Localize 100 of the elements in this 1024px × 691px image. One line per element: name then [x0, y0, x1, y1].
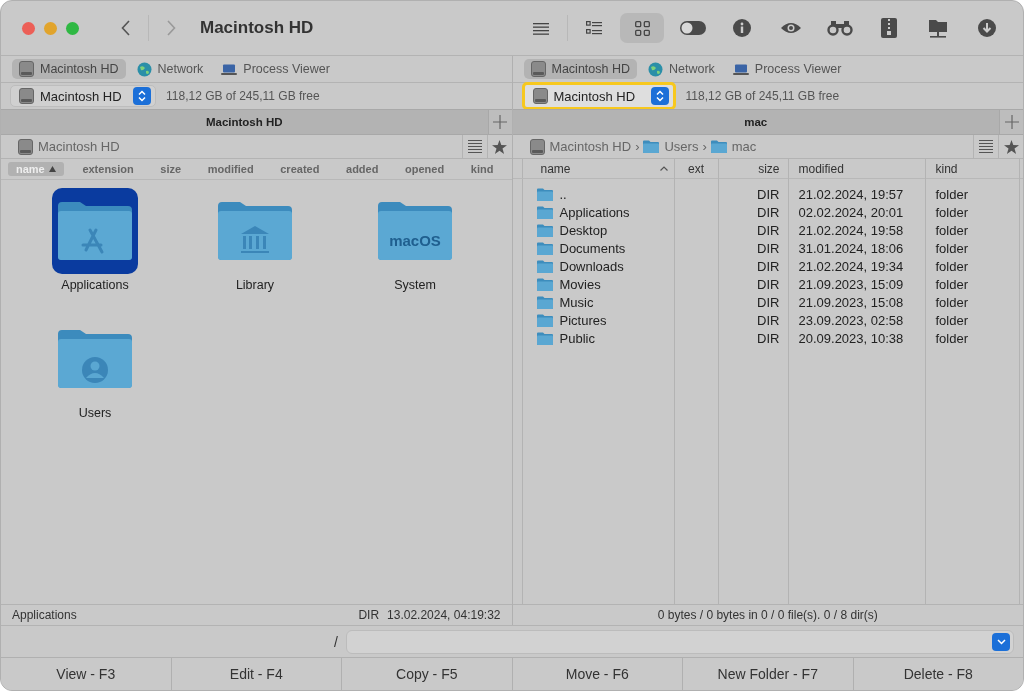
window-title: Macintosh HD	[200, 18, 315, 38]
file-name[interactable]: Movies	[559, 276, 601, 292]
path-crumb[interactable]: Macintosh HD	[529, 138, 632, 155]
file-name[interactable]: Music	[559, 294, 594, 310]
drive-icon	[19, 61, 34, 77]
chevron-left-icon	[121, 20, 130, 36]
table-cell-text: DIR	[756, 329, 781, 347]
location-tab[interactable]: Process Viewer	[214, 59, 337, 79]
selected-file-name: Applications	[12, 608, 78, 622]
sort-caret-icon	[659, 166, 668, 171]
system-folder-icon: macOS	[376, 200, 454, 262]
path-crumb[interactable]: Users	[643, 139, 699, 154]
command-field[interactable]	[346, 629, 1014, 654]
laptop-icon	[732, 63, 749, 75]
archive-icon	[881, 18, 897, 38]
table-cell-text: DIR	[756, 257, 781, 275]
column-header[interactable]: size	[718, 159, 788, 179]
column-header[interactable]: opened	[397, 162, 453, 176]
file-name[interactable]: Users	[78, 406, 112, 420]
location-tab[interactable]: Process Viewer	[725, 59, 849, 79]
plus-icon	[493, 115, 507, 129]
table-cell-text: DIR	[756, 203, 781, 221]
folder-icon	[536, 223, 553, 237]
folder-icon	[536, 205, 553, 219]
selection-summary: 0 bytes / 0 bytes in 0 / 0 file(s). 0 / 8 dir(s)	[657, 608, 878, 622]
chevron-right-icon	[167, 20, 176, 36]
table-cell-text: folder	[934, 329, 970, 347]
drive-selector[interactable]: Macintosh HD	[10, 85, 156, 107]
list-icon	[979, 140, 993, 153]
file-name[interactable]: System	[394, 278, 436, 292]
folder-icon	[536, 313, 553, 327]
column-header[interactable]: modified	[199, 162, 262, 176]
apps-folder-icon	[56, 200, 134, 262]
table-cell-text: DIR	[756, 311, 781, 329]
file-name[interactable]: Pictures	[559, 312, 607, 328]
toggle-icon	[679, 20, 707, 36]
table-cell-text: folder	[934, 185, 970, 203]
details-list-icon	[586, 21, 602, 35]
file-name[interactable]: Library	[235, 278, 275, 292]
column-header[interactable]: extension	[74, 162, 142, 176]
folder-icon	[536, 241, 553, 255]
column-header[interactable]: added	[338, 162, 387, 176]
drive-icon	[18, 138, 33, 155]
grid-view-button[interactable]	[620, 13, 664, 43]
drive-icon	[529, 138, 545, 155]
drive-icon	[532, 88, 548, 104]
table-cell-text: folder	[934, 311, 970, 329]
file-name[interactable]: Applications	[559, 204, 630, 220]
file-name[interactable]: Desktop	[559, 222, 608, 238]
grid-icon	[634, 20, 650, 36]
list-icon	[467, 140, 482, 153]
panel-title: mac	[743, 115, 769, 130]
column-header[interactable]: modified	[788, 159, 925, 179]
list-icon	[533, 21, 549, 35]
sort-arrow-icon	[48, 166, 56, 172]
binoculars-icon	[827, 20, 853, 36]
drive-icon	[530, 61, 546, 77]
location-tab[interactable]: Macintosh HD	[523, 59, 637, 79]
folder-icon	[536, 295, 553, 309]
globe-icon	[136, 61, 152, 77]
drive-icon	[19, 88, 34, 104]
table-cell-text: DIR	[756, 293, 781, 311]
drive-selector[interactable]: Macintosh HD	[521, 82, 676, 110]
command-prompt: /	[333, 633, 339, 650]
location-tab[interactable]: Macintosh HD	[12, 59, 126, 79]
laptop-icon	[221, 63, 238, 75]
function-key-button[interactable]: View - F3	[1, 658, 172, 690]
stepper-icon	[650, 87, 669, 105]
file-name[interactable]: Applications	[61, 278, 129, 292]
user-folder-icon	[56, 328, 134, 390]
folder-icon	[536, 259, 553, 273]
table-cell-text: folder	[934, 293, 970, 311]
path-crumb[interactable]: Macintosh HD	[18, 138, 120, 155]
stepper-icon	[133, 87, 151, 105]
table-cell-text: 21.02.2024, 19:34	[797, 257, 905, 275]
table-cell-text: DIR	[756, 239, 781, 257]
table-cell-text: 21.02.2024, 19:58	[797, 221, 905, 239]
file-name[interactable]: ..	[559, 186, 567, 202]
file-name[interactable]: Documents	[559, 240, 626, 256]
table-cell-text: folder	[934, 275, 970, 293]
location-tab[interactable]: Network	[129, 59, 211, 79]
path-crumb[interactable]: mac	[710, 139, 757, 154]
download-icon	[978, 19, 996, 37]
panel-title: Macintosh HD	[204, 115, 284, 130]
column-header[interactable]: kind	[925, 159, 1019, 179]
table-cell-text: folder	[934, 257, 970, 275]
location-tab[interactable]: Network	[641, 59, 722, 79]
column-header[interactable]: name	[522, 159, 674, 179]
table-cell-text: DIR	[756, 221, 781, 239]
folder-icon	[536, 187, 553, 201]
folder-icon	[710, 140, 727, 153]
folder-icon	[536, 331, 553, 345]
network-folder-icon	[928, 18, 948, 38]
star-icon	[492, 139, 507, 154]
folder-icon	[643, 140, 660, 153]
table-cell-text: DIR	[756, 275, 781, 293]
file-name[interactable]: Downloads	[559, 258, 624, 274]
file-name[interactable]: Public	[559, 330, 595, 346]
column-header[interactable]: created	[272, 162, 328, 176]
column-header[interactable]: ext	[674, 159, 718, 179]
